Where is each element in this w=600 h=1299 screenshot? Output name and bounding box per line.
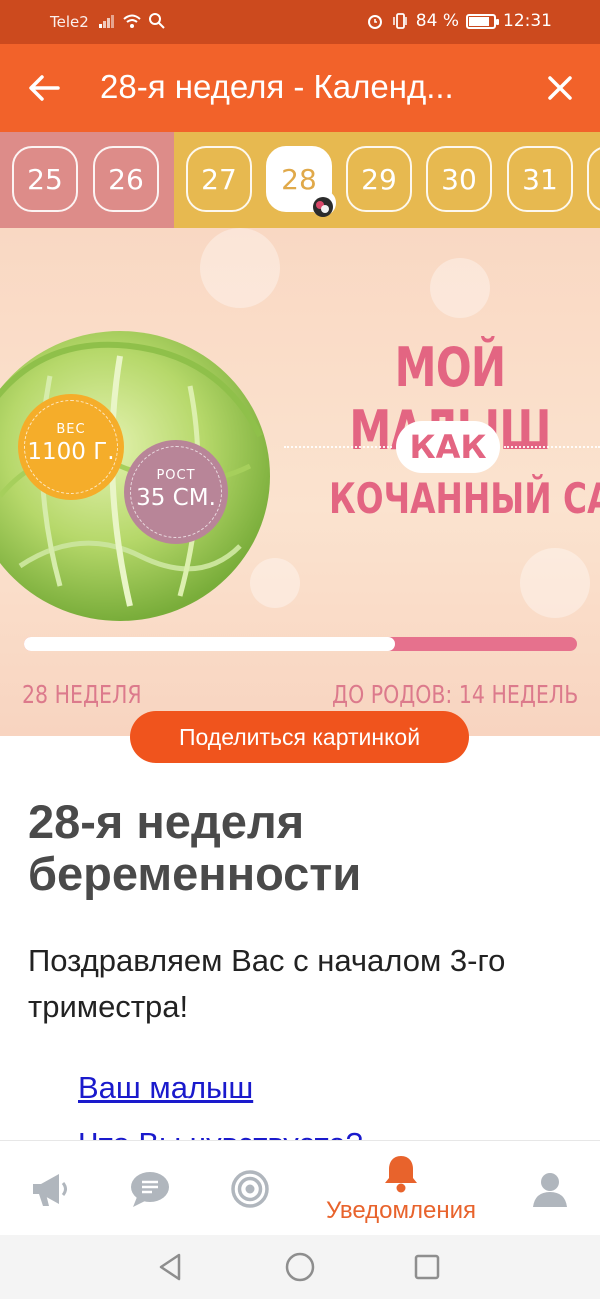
- week-26[interactable]: 26: [93, 146, 159, 212]
- nav-item-notifications[interactable]: Уведомления: [306, 1141, 496, 1236]
- badge-ring: [24, 400, 118, 494]
- wifi-icon: [123, 14, 141, 28]
- app-bar: 28-я неделя - Календ...: [0, 44, 600, 132]
- alarm-icon: [367, 15, 382, 29]
- week-number: 27: [201, 162, 237, 196]
- bokeh-light: [520, 548, 590, 618]
- weight-badge: ВЕС 1100 Г.: [18, 394, 124, 500]
- megaphone-icon: [33, 1173, 67, 1206]
- system-nav-bar: [0, 1235, 600, 1299]
- clock: 12:31: [503, 11, 552, 31]
- battery-icon: [466, 13, 499, 29]
- signal-icon: [99, 15, 114, 28]
- status-left-icons: [98, 12, 166, 30]
- search-icon: [149, 13, 165, 29]
- pregnancy-progress-bar: [24, 637, 577, 651]
- system-recents-button[interactable]: [409, 1249, 445, 1285]
- bottom-nav: Уведомления: [0, 1140, 600, 1235]
- screen: Tele2 84 % 12:31 28-я неделя - Календ...…: [0, 0, 600, 1299]
- week-number: 30: [441, 162, 477, 196]
- week-number: 25: [27, 162, 63, 196]
- week-illustration: ВЕС 1100 Г. РОСТ 35 СМ. МОЙ МАЛЫШ КАК КО…: [0, 228, 600, 736]
- hero-connector: КАК: [396, 421, 500, 473]
- circle-home-icon: [285, 1252, 315, 1282]
- nav-item-profile[interactable]: [520, 1141, 580, 1236]
- dotted-divider: [284, 446, 392, 448]
- link-how-you-feel[interactable]: Что Вы чувствуете?: [78, 1126, 363, 1140]
- link-your-baby[interactable]: Ваш малыш: [78, 1070, 253, 1106]
- chat-icon: [131, 1171, 169, 1207]
- close-button[interactable]: [538, 66, 582, 110]
- week-selector: 25 26 27 28 29 30 31: [0, 132, 600, 228]
- week-25[interactable]: 25: [12, 146, 78, 212]
- vibrate-icon: [393, 13, 407, 29]
- bokeh-light: [200, 228, 280, 308]
- profile-icon: [533, 1172, 567, 1207]
- dotted-divider: [504, 446, 600, 448]
- week-number: 28: [281, 162, 317, 196]
- back-button[interactable]: [22, 66, 66, 110]
- status-bar: Tele2 84 % 12:31: [0, 0, 600, 44]
- bokeh-light: [430, 258, 490, 318]
- week-28-current[interactable]: 28: [266, 146, 336, 217]
- week-number: 26: [108, 162, 144, 196]
- carrier-label: Tele2: [50, 13, 89, 31]
- system-back-button[interactable]: [153, 1249, 189, 1285]
- share-image-button[interactable]: Поделиться картинкой: [130, 711, 469, 763]
- bell-icon: [385, 1155, 417, 1192]
- avatar-badge: [310, 190, 336, 217]
- status-right: 84 % 12:31: [366, 11, 552, 31]
- nav-label-notifications: Уведомления: [325, 1196, 477, 1224]
- close-icon: [548, 76, 572, 100]
- week-next-partial[interactable]: [587, 146, 600, 212]
- height-badge: РОСТ 35 СМ.: [124, 440, 228, 544]
- week-31[interactable]: 31: [507, 146, 573, 212]
- hero-subject: КОЧАННЫЙ САЛАТ: [329, 474, 600, 523]
- nav-item-news[interactable]: [20, 1141, 80, 1236]
- current-week-label: 28 НЕДЕЛЯ: [22, 680, 142, 709]
- badge-ring: [130, 446, 222, 538]
- article: 28-я неделя беременности Поздравляем Вас…: [0, 736, 600, 1140]
- target-icon: [231, 1169, 269, 1208]
- avatar-icon: [313, 197, 333, 217]
- week-27[interactable]: 27: [186, 146, 252, 212]
- nav-item-chat[interactable]: [120, 1141, 180, 1236]
- nav-item-goals[interactable]: [220, 1141, 280, 1236]
- week-number: 31: [522, 162, 558, 196]
- article-intro: Поздравляем Вас с началом 3-го триместра…: [28, 943, 506, 1024]
- week-30[interactable]: 30: [426, 146, 492, 212]
- progress-fill: [24, 637, 395, 651]
- article-title: 28-я неделя беременности: [28, 795, 362, 900]
- week-number: 29: [361, 162, 397, 196]
- square-recents-icon: [414, 1254, 440, 1280]
- weeks-remaining-label: ДО РОДОВ: 14 НЕДЕЛЬ: [331, 680, 578, 709]
- page-title: 28-я неделя - Календ...: [100, 68, 454, 105]
- arrow-left-icon: [29, 75, 60, 101]
- triangle-back-icon: [159, 1253, 181, 1281]
- system-home-button[interactable]: [282, 1249, 318, 1285]
- week-29[interactable]: 29: [346, 146, 412, 212]
- battery-percent: 84 %: [415, 11, 459, 31]
